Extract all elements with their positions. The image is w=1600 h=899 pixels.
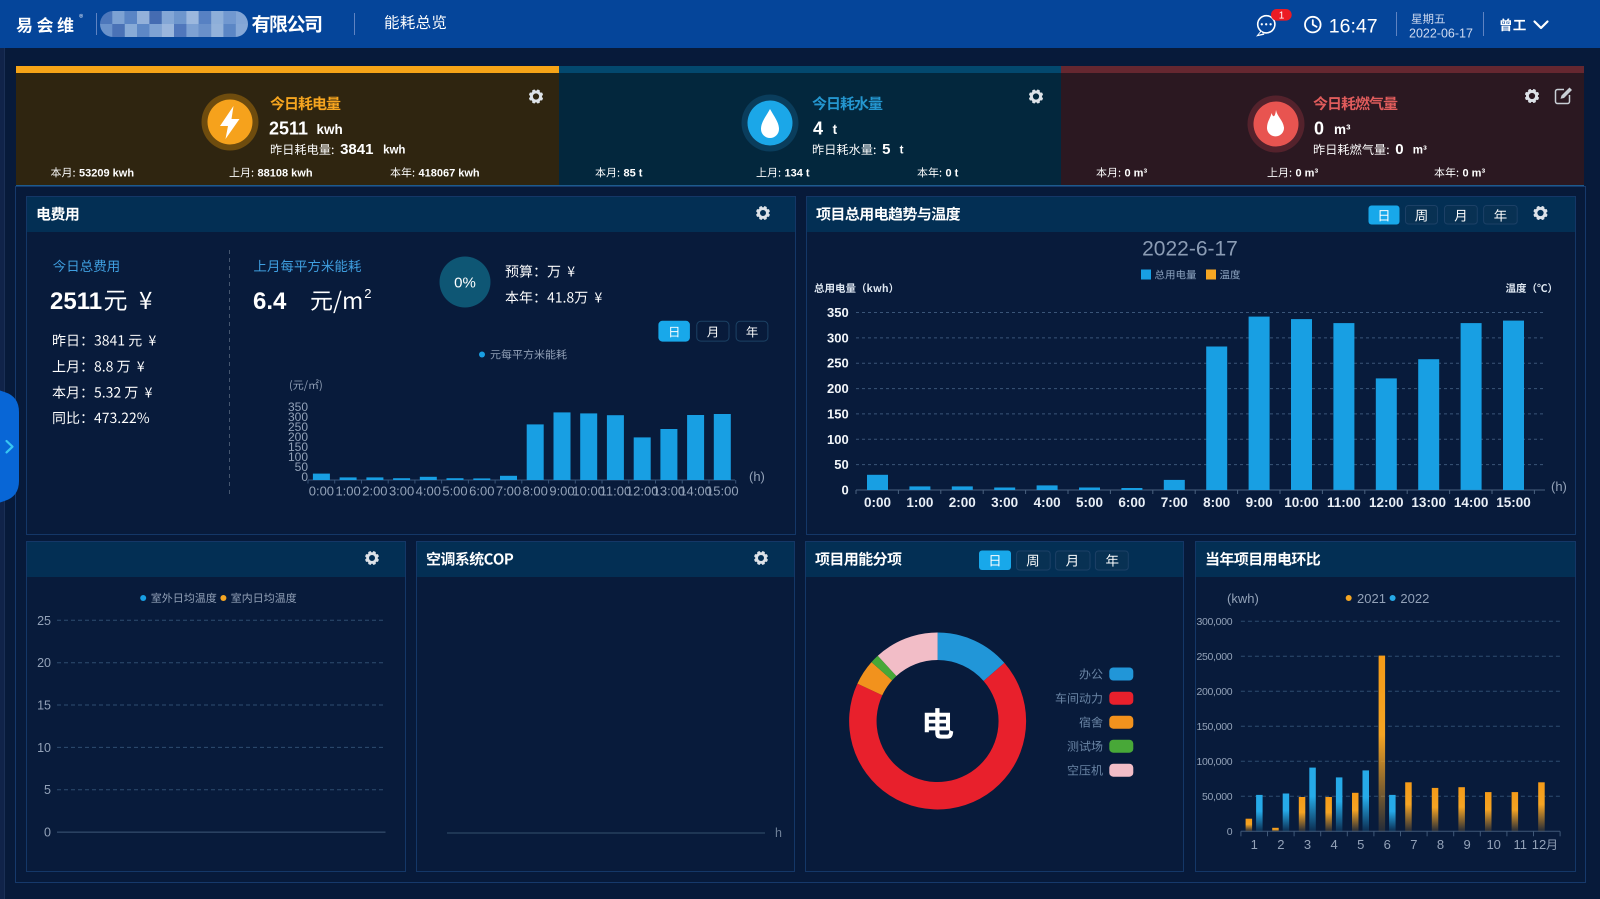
svg-text:4:00: 4:00	[1034, 495, 1061, 510]
svg-text:250: 250	[827, 356, 849, 371]
svg-text:53209 kwh: 53209 kwh	[79, 168, 134, 180]
svg-text:10: 10	[37, 741, 51, 755]
svg-text:5:00: 5:00	[1076, 495, 1103, 510]
svg-text:100,000: 100,000	[1196, 756, 1232, 768]
svg-text:h: h	[775, 826, 782, 840]
svg-text:8: 8	[1437, 837, 1444, 852]
svg-text:250,000: 250,000	[1196, 651, 1232, 663]
svg-text:3:00: 3:00	[991, 495, 1018, 510]
svg-text:2511: 2511	[269, 119, 308, 139]
svg-text:(h): (h)	[749, 469, 765, 484]
svg-text:5: 5	[1357, 837, 1364, 852]
svg-text:t: t	[900, 145, 904, 157]
svg-text:2: 2	[1277, 837, 1284, 852]
svg-text:6.4: 6.4	[253, 288, 287, 315]
svg-text:0:00: 0:00	[309, 484, 334, 499]
svg-text:4:00: 4:00	[416, 484, 441, 499]
svg-text:6: 6	[1384, 837, 1391, 852]
svg-text:50,000: 50,000	[1202, 791, 1233, 803]
svg-text:m³: m³	[1334, 122, 1351, 137]
svg-text:12: 12	[1532, 837, 1546, 852]
svg-text:3: 3	[1304, 837, 1311, 852]
svg-text:5: 5	[882, 141, 890, 158]
svg-text:200,000: 200,000	[1196, 686, 1232, 698]
svg-text:11:00: 11:00	[1327, 495, 1361, 510]
svg-text:2022-06-17: 2022-06-17	[1409, 27, 1473, 41]
svg-text:20: 20	[37, 656, 51, 670]
svg-text:5: 5	[44, 783, 51, 797]
svg-text:8:00: 8:00	[1203, 495, 1230, 510]
svg-text:2:00: 2:00	[362, 484, 387, 499]
svg-text:7: 7	[1410, 837, 1417, 852]
svg-text:1:00: 1:00	[335, 484, 360, 499]
svg-text:0: 0	[1227, 826, 1233, 838]
svg-text:85 t: 85 t	[624, 168, 643, 180]
svg-text:1: 1	[1251, 837, 1258, 852]
svg-text:150: 150	[827, 406, 849, 421]
svg-text:5:00: 5:00	[442, 484, 467, 499]
svg-text:0 t: 0 t	[946, 168, 959, 180]
svg-text:9: 9	[1463, 837, 1470, 852]
svg-text:2022: 2022	[1400, 591, 1429, 606]
svg-text:15: 15	[37, 699, 51, 713]
svg-text:300,000: 300,000	[1196, 616, 1232, 628]
svg-text:10: 10	[1486, 837, 1500, 852]
svg-text:25: 25	[37, 614, 51, 628]
svg-text:t: t	[833, 122, 838, 137]
svg-text:134 t: 134 t	[785, 168, 810, 180]
svg-text:1: 1	[1279, 11, 1285, 22]
svg-text:0: 0	[44, 826, 51, 840]
svg-text:(h): (h)	[1551, 479, 1567, 494]
svg-text:0: 0	[1395, 141, 1403, 158]
svg-text:3:00: 3:00	[389, 484, 414, 499]
svg-text:9:00: 9:00	[1246, 495, 1273, 510]
svg-text:16:47: 16:47	[1329, 16, 1378, 38]
svg-text:150,000: 150,000	[1196, 721, 1232, 733]
svg-text:2511: 2511	[50, 288, 102, 315]
svg-text:0 m³: 0 m³	[1296, 168, 1319, 180]
svg-text:350: 350	[288, 400, 308, 414]
svg-text:50: 50	[834, 457, 848, 472]
svg-text:14:00: 14:00	[1454, 495, 1489, 510]
svg-text:9:00: 9:00	[549, 484, 574, 499]
svg-text:2021: 2021	[1357, 591, 1386, 606]
svg-text:10:00: 10:00	[1284, 495, 1319, 510]
svg-text:0%: 0%	[454, 275, 476, 292]
svg-text:(kwh): (kwh)	[1227, 591, 1259, 606]
svg-text:418067 kwh: 418067 kwh	[419, 168, 480, 180]
svg-text:200: 200	[827, 381, 849, 396]
svg-text:11: 11	[1514, 837, 1528, 852]
svg-text:m³: m³	[1413, 145, 1427, 157]
svg-text:kwh: kwh	[383, 145, 405, 157]
svg-text:13:00: 13:00	[1411, 495, 1446, 510]
svg-text:1:00: 1:00	[906, 495, 933, 510]
svg-text:2: 2	[364, 286, 371, 301]
svg-text:0: 0	[841, 483, 848, 498]
svg-text:0:00: 0:00	[864, 495, 891, 510]
svg-text:300: 300	[827, 330, 849, 345]
svg-text:350: 350	[827, 305, 849, 320]
svg-text:0: 0	[1314, 119, 1324, 139]
svg-text:6:00: 6:00	[1118, 495, 1145, 510]
svg-text:12:00: 12:00	[1369, 495, 1404, 510]
svg-text:2:00: 2:00	[949, 495, 976, 510]
svg-text:4: 4	[813, 119, 823, 139]
svg-text:15:00: 15:00	[706, 484, 739, 499]
svg-text:0 m³: 0 m³	[1463, 168, 1486, 180]
svg-text:88108 kwh: 88108 kwh	[258, 168, 313, 180]
svg-text:7:00: 7:00	[496, 484, 521, 499]
svg-text:3841: 3841	[340, 141, 373, 158]
svg-text:6:00: 6:00	[469, 484, 494, 499]
svg-text:0 m³: 0 m³	[1125, 168, 1148, 180]
svg-text:8:00: 8:00	[523, 484, 548, 499]
svg-text:kwh: kwh	[317, 122, 343, 137]
svg-text:100: 100	[827, 432, 849, 447]
svg-text:2022-6-17: 2022-6-17	[1142, 238, 1238, 261]
svg-text:4: 4	[1330, 837, 1337, 852]
svg-text:7:00: 7:00	[1161, 495, 1188, 510]
svg-text:15:00: 15:00	[1496, 495, 1531, 510]
